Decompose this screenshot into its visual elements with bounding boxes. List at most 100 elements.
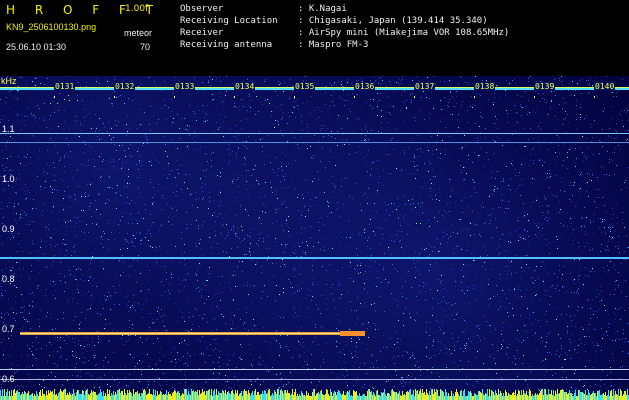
- baseline-bar: [44, 394, 45, 400]
- noise-speck: [206, 169, 207, 170]
- noise-speck: [164, 81, 165, 82]
- noise-speck-bright: [307, 245, 308, 246]
- noise-speck: [495, 241, 496, 242]
- noise-speck: [506, 354, 507, 355]
- noise-speck: [101, 176, 102, 177]
- noise-speck: [548, 113, 549, 114]
- noise-speck: [248, 330, 249, 331]
- noise-speck: [131, 200, 132, 201]
- noise-speck: [350, 388, 351, 389]
- noise-speck: [609, 175, 610, 176]
- noise-speck: [331, 331, 332, 332]
- noise-speck: [269, 90, 270, 91]
- noise-speck: [626, 187, 627, 188]
- noise-speck: [599, 153, 600, 154]
- noise-speck: [424, 119, 425, 120]
- noise-speck: [478, 143, 479, 144]
- noise-speck: [418, 367, 419, 368]
- noise-speck: [469, 222, 470, 223]
- noise-speck-bright: [86, 224, 87, 225]
- noise-speck: [556, 351, 557, 352]
- noise-speck: [249, 248, 250, 249]
- noise-speck: [139, 177, 140, 178]
- noise-speck: [164, 331, 165, 332]
- noise-speck: [298, 109, 299, 110]
- noise-speck: [228, 232, 229, 233]
- noise-speck: [447, 231, 448, 232]
- noise-speck: [355, 351, 356, 352]
- noise-speck: [0, 376, 1, 377]
- noise-speck: [128, 242, 129, 243]
- noise-speck: [213, 152, 214, 153]
- noise-speck: [115, 192, 116, 193]
- noise-speck-bright: [470, 235, 471, 236]
- noise-speck: [328, 248, 329, 249]
- noise-speck: [112, 103, 113, 104]
- noise-speck: [444, 274, 445, 275]
- noise-speck-bright: [219, 373, 220, 374]
- noise-speck: [193, 383, 194, 384]
- noise-speck-bright: [428, 171, 429, 172]
- noise-speck: [555, 288, 556, 289]
- noise-speck: [211, 160, 212, 161]
- noise-speck: [487, 213, 488, 214]
- noise-speck: [214, 151, 215, 152]
- noise-speck: [166, 119, 167, 120]
- noise-speck-bright: [610, 261, 611, 262]
- noise-speck: [380, 83, 381, 84]
- noise-speck: [84, 239, 85, 240]
- noise-speck: [462, 101, 463, 102]
- noise-speck: [320, 130, 321, 131]
- noise-speck: [345, 392, 346, 393]
- noise-speck: [194, 354, 195, 355]
- baseline-bar: [15, 393, 16, 400]
- noise-speck: [359, 367, 360, 368]
- noise-speck: [104, 374, 105, 375]
- noise-speck: [545, 358, 546, 359]
- noise-speck: [236, 367, 237, 368]
- noise-speck: [595, 329, 596, 330]
- noise-speck: [147, 143, 148, 144]
- noise-speck: [323, 125, 324, 126]
- noise-speck: [596, 350, 597, 351]
- noise-speck: [95, 131, 96, 132]
- noise-speck: [21, 120, 22, 121]
- noise-speck: [108, 362, 109, 363]
- spectrogram-canvas: [0, 76, 629, 400]
- noise-speck-bright: [557, 248, 558, 249]
- noise-speck: [402, 355, 403, 356]
- noise-speck-bright: [246, 141, 247, 142]
- noise-speck-bright: [566, 377, 567, 378]
- noise-speck: [621, 307, 622, 308]
- noise-speck: [88, 309, 89, 310]
- noise-speck: [431, 92, 432, 93]
- noise-speck: [51, 211, 52, 212]
- noise-speck: [156, 250, 157, 251]
- noise-speck: [321, 128, 322, 129]
- noise-speck: [259, 364, 260, 365]
- noise-speck: [521, 278, 522, 279]
- noise-speck: [494, 191, 495, 192]
- noise-speck: [596, 345, 597, 346]
- noise-speck: [616, 96, 617, 97]
- noise-speck-bright: [63, 239, 64, 240]
- noise-speck: [217, 169, 218, 170]
- noise-speck: [594, 202, 595, 203]
- noise-speck-bright: [593, 314, 594, 315]
- noise-speck: [530, 228, 531, 229]
- noise-speck: [139, 233, 140, 234]
- noise-speck: [31, 115, 32, 116]
- noise-speck: [153, 157, 154, 158]
- noise-speck-bright: [582, 307, 583, 308]
- noise-speck: [403, 381, 404, 382]
- noise-speck: [426, 223, 427, 224]
- noise-speck: [263, 250, 264, 251]
- noise-speck: [19, 219, 20, 220]
- noise-speck: [365, 271, 366, 272]
- noise-speck: [245, 158, 246, 159]
- noise-speck: [289, 236, 290, 237]
- noise-speck: [276, 330, 277, 331]
- noise-speck: [619, 113, 620, 114]
- noise-speck: [412, 199, 413, 200]
- noise-speck: [126, 296, 127, 297]
